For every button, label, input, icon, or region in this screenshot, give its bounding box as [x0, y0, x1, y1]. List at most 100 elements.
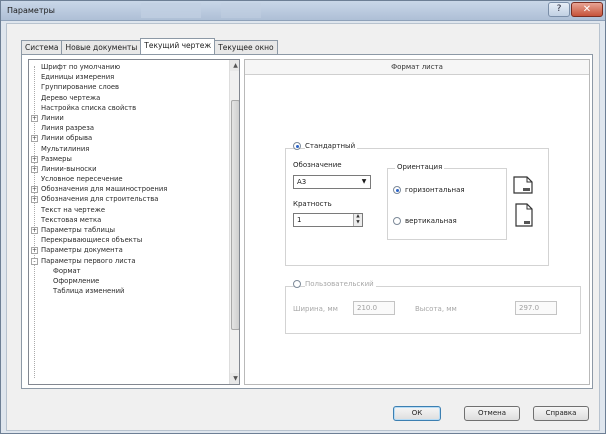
tab-current-window[interactable]: Текущее окно — [214, 40, 278, 54]
tree-item-label: Группирование слоев — [41, 83, 120, 92]
height-field[interactable]: 297.0 — [515, 301, 557, 315]
expand-icon[interactable]: + — [31, 155, 38, 163]
tree-item[interactable]: Текст на чертеже — [29, 205, 229, 215]
tree-item[interactable]: + Параметры документа — [29, 245, 229, 255]
orientation-label: Ориентация — [395, 163, 445, 171]
tree-item-label: Линии — [41, 113, 64, 122]
tree-item[interactable]: Оформление — [29, 276, 229, 286]
window-title: Параметры — [7, 6, 55, 15]
multiplicity-label: Кратность — [293, 200, 332, 208]
tree-item[interactable]: + Обозначения для строительства — [29, 194, 229, 204]
tab-panel: Шрифт по умолчанию Единицы измерения Групп… — [21, 54, 593, 389]
orientation-horizontal-label[interactable]: горизонтальная — [405, 186, 465, 194]
tree-item-label: Параметры документа — [41, 246, 123, 255]
expand-icon[interactable]: + — [31, 114, 38, 122]
landscape-sheet-icon — [513, 176, 533, 194]
scroll-down-arrow-icon[interactable]: ▼ — [230, 373, 239, 384]
tree-item[interactable]: Таблица изменений — [29, 286, 229, 296]
tree-item[interactable]: Единицы измерения — [29, 72, 229, 82]
width-field[interactable]: 210.0 — [353, 301, 395, 315]
tree-item-label: Обозначения для машиностроения — [41, 185, 168, 194]
tree-item-label: Размеры — [41, 154, 72, 163]
tree-item[interactable]: Шрифт по умолчанию — [29, 62, 229, 72]
ok-button[interactable]: ОК — [393, 406, 441, 421]
tree-item[interactable]: Формат — [29, 266, 229, 276]
tree-item-label: Линия разреза — [41, 124, 95, 133]
tree-scrollbar[interactable]: ▲ ▼ — [229, 60, 239, 384]
sheet-format-pane: Формат листа Стандартный Обозначение А3 … — [244, 59, 590, 385]
multiplicity-stepper[interactable]: 1 ▲ ▼ — [293, 213, 363, 227]
tree-item[interactable]: Группирование слоев — [29, 82, 229, 92]
title-bar-blur — [141, 3, 201, 18]
designation-select[interactable]: А3 ▼ — [293, 175, 371, 189]
portrait-sheet-icon — [515, 203, 533, 227]
chevron-down-icon: ▼ — [361, 178, 367, 185]
tree-item[interactable]: + Линии обрыва — [29, 133, 229, 143]
tree-item-label: Настройка списка свойств — [41, 103, 137, 112]
scroll-thumb[interactable] — [231, 100, 239, 330]
tree-item-label: Оформление — [53, 276, 100, 285]
expand-icon[interactable]: + — [31, 186, 38, 194]
tree-item-label: Линии-выноски — [41, 164, 97, 173]
tree-item[interactable]: Перекрывающиеся объекты — [29, 235, 229, 245]
designation-label: Обозначение — [293, 161, 342, 169]
orientation-vertical-radio[interactable] — [393, 217, 401, 225]
expand-icon[interactable]: + — [31, 247, 38, 255]
tree-item[interactable]: + Линии-выноски — [29, 164, 229, 174]
collapse-icon[interactable]: - — [31, 257, 38, 265]
tree-item-label: Формат — [53, 266, 81, 275]
standard-radio-label[interactable]: Стандартный — [305, 142, 358, 150]
tree-item[interactable]: + Обозначения для машиностроения — [29, 184, 229, 194]
orientation-group — [387, 168, 507, 240]
tree-item-label: Единицы измерения — [41, 73, 115, 82]
tree-item-label: Параметры таблицы — [41, 226, 115, 234]
expand-icon[interactable]: + — [31, 165, 38, 173]
tree-item[interactable]: + Параметры таблицы — [29, 225, 229, 235]
pane-title: Формат листа — [245, 60, 589, 75]
expand-icon[interactable]: + — [31, 227, 38, 234]
dialog-client-area: Система Новые документы Текущий чертеж Т… — [6, 23, 600, 431]
tab-system[interactable]: Система — [21, 40, 63, 54]
tree-item-label: Параметры первого листа — [41, 256, 136, 265]
scroll-up-arrow-icon[interactable]: ▲ — [230, 60, 239, 71]
parameters-dialog: Параметры ? ✕ Система Новые документы Те… — [0, 0, 606, 434]
close-button[interactable]: ✕ — [571, 2, 603, 17]
expand-icon[interactable]: + — [31, 135, 38, 143]
orientation-vertical-label[interactable]: вертикальная — [405, 217, 457, 225]
tree-item[interactable]: Текстовая метка — [29, 215, 229, 225]
tab-strip: Система Новые документы Текущий чертеж Т… — [21, 38, 278, 54]
custom-radio-label[interactable]: Пользовательский — [305, 280, 376, 288]
cancel-button[interactable]: Отмена — [464, 406, 520, 421]
standard-radio[interactable] — [293, 142, 301, 150]
tree-item[interactable]: Линия разреза — [29, 123, 229, 133]
multiplicity-value: 1 — [297, 216, 302, 224]
tree-item-label: Текст на чертеже — [41, 205, 106, 214]
tree-item-label: Шрифт по умолчанию — [41, 63, 121, 71]
tree-item-label: Дерево чертежа — [41, 93, 101, 102]
tab-new-documents[interactable]: Новые документы — [61, 40, 142, 54]
stepper-down-icon[interactable]: ▼ — [353, 220, 362, 226]
tab-current-drawing[interactable]: Текущий чертеж — [140, 38, 216, 54]
help-button[interactable]: Справка — [533, 406, 589, 421]
expand-icon[interactable]: + — [31, 196, 38, 204]
tree-item-label: Таблица изменений — [53, 287, 125, 296]
width-label: Ширина, мм — [293, 305, 338, 313]
help-title-button[interactable]: ? — [548, 2, 570, 17]
orientation-horizontal-radio[interactable] — [393, 186, 401, 194]
height-label: Высота, мм — [415, 305, 457, 313]
tree-item-label: Мультилиния — [41, 144, 90, 153]
tree-item[interactable]: + Линии — [29, 113, 229, 123]
tree-item[interactable]: - Параметры первого листа — [29, 256, 229, 266]
tree-item-label: Обозначения для строительства — [41, 195, 159, 204]
tree-item-label: Текстовая метка — [41, 215, 102, 224]
title-bar-blur-2 — [221, 3, 261, 18]
tree-item[interactable]: Дерево чертежа — [29, 93, 229, 103]
tree-item-label: Перекрывающиеся объекты — [41, 236, 143, 245]
title-bar[interactable]: Параметры ? ✕ — [1, 1, 605, 21]
settings-tree[interactable]: Шрифт по умолчанию Единицы измерения Групп… — [28, 59, 240, 385]
custom-radio[interactable] — [293, 280, 301, 288]
tree-item[interactable]: + Размеры — [29, 154, 229, 164]
tree-item[interactable]: Настройка списка свойств — [29, 103, 229, 113]
tree-item[interactable]: Мультилиния — [29, 144, 229, 154]
tree-item[interactable]: Условное пересечение — [29, 174, 229, 184]
